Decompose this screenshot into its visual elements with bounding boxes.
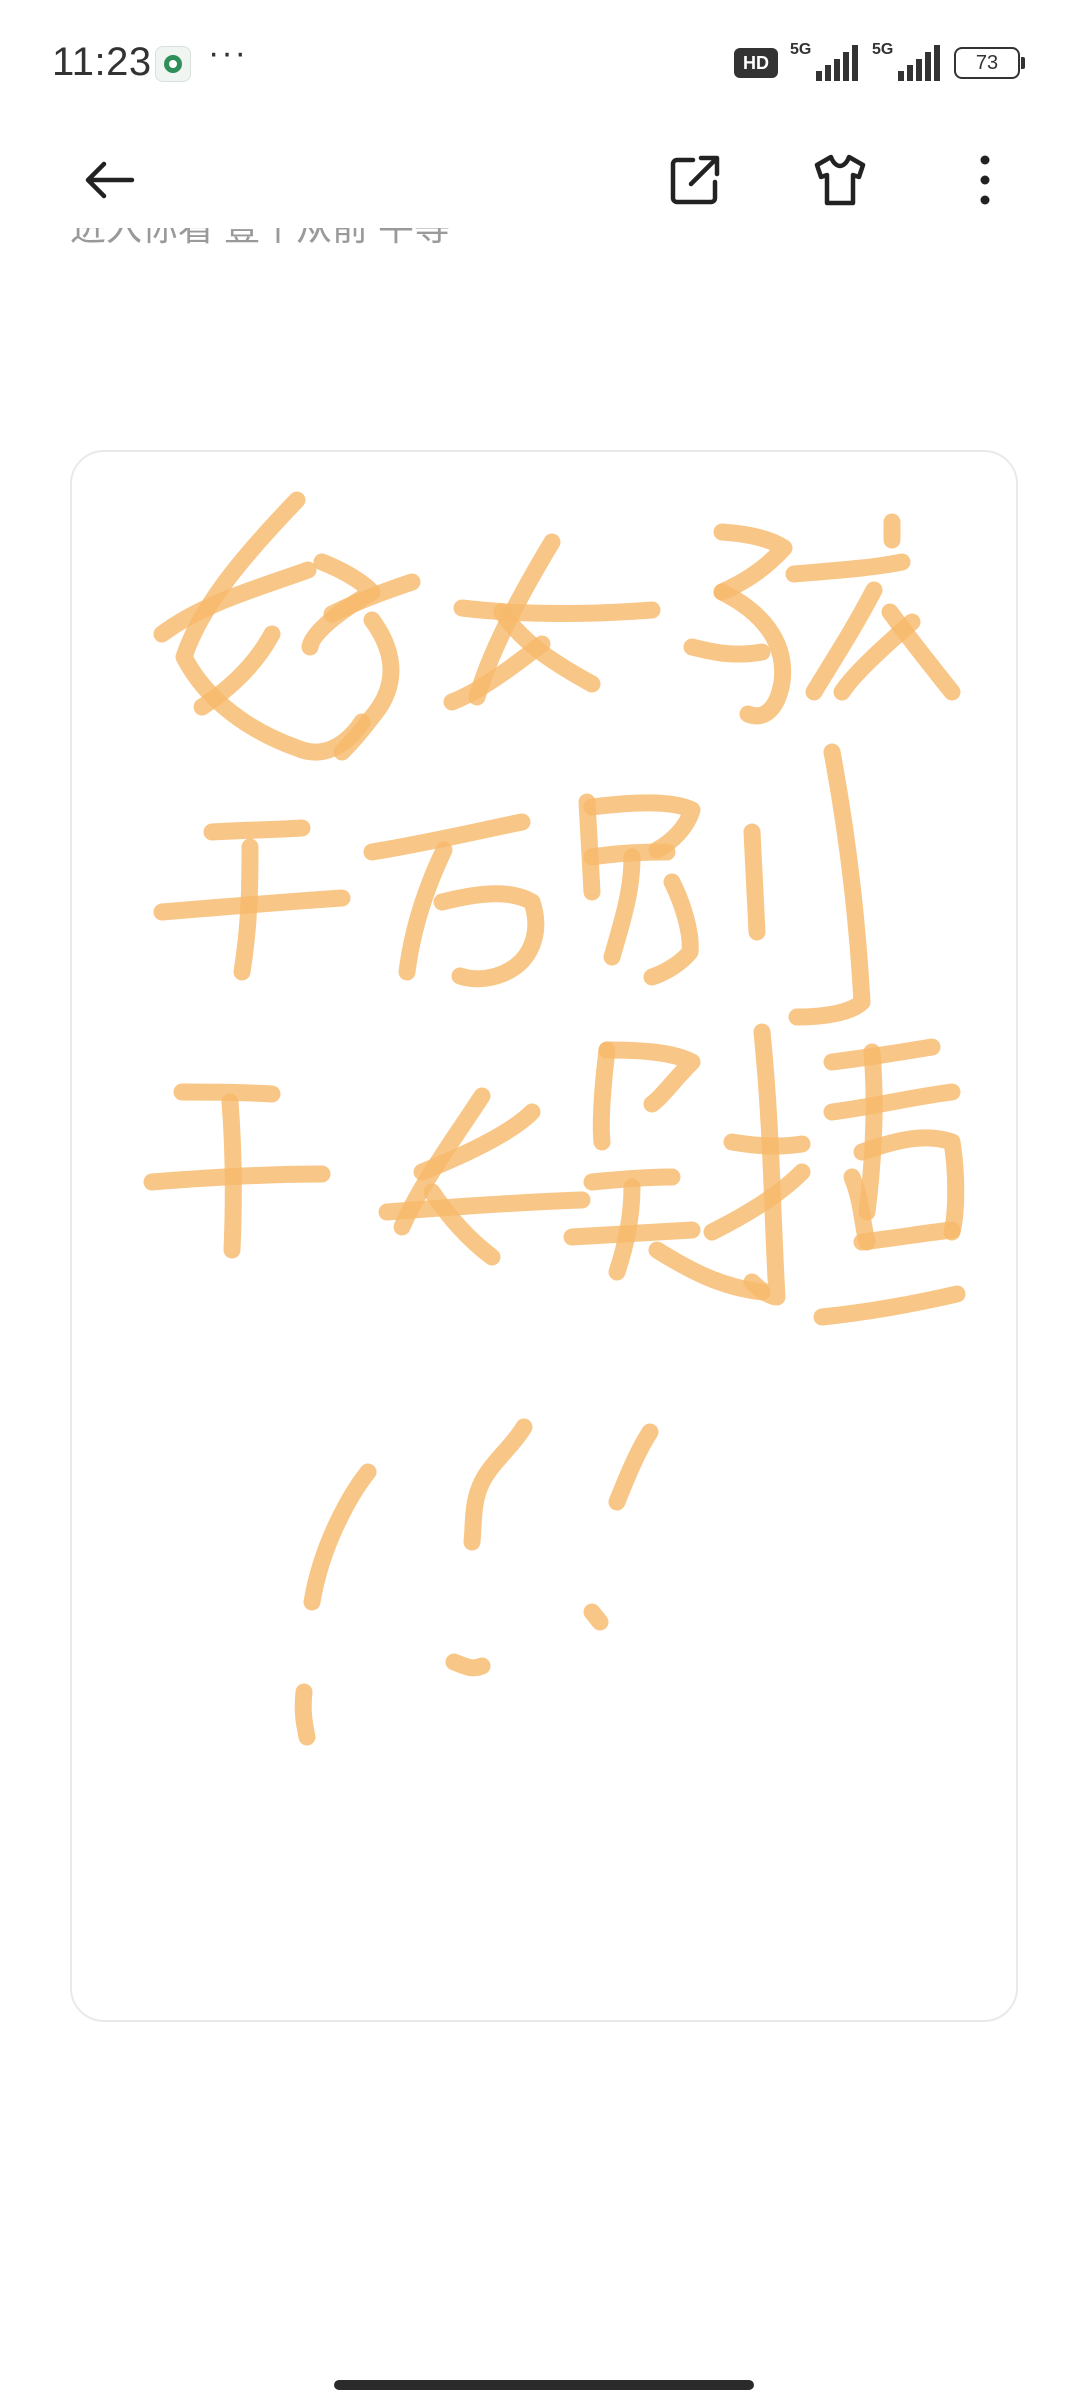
status-indicators: HD 5G 5G 73 [734, 38, 1025, 88]
network-type-label: 5G [790, 41, 812, 58]
hd-voice-badge: HD [734, 48, 778, 78]
share-button[interactable] [655, 140, 735, 220]
more-vertical-icon [980, 155, 990, 205]
signal-icon-sim1: 5G [790, 41, 860, 83]
battery-level: 73 [975, 51, 999, 74]
post-caption-text: 进入你看 壹个从前 平等 [70, 228, 450, 246]
post-image-card[interactable] [70, 450, 1018, 2022]
theme-button[interactable] [800, 140, 880, 220]
network-type-label: 5G [872, 41, 894, 58]
battery-icon: 73 [954, 47, 1025, 79]
status-bar: 11:23 ··· HD 5G 5G 73 [0, 0, 1080, 128]
post-caption-cutoff: 进入你看 壹个从前 平等 [70, 228, 450, 264]
signal-icon-sim2: 5G [872, 41, 942, 83]
more-notifications-indicator: ··· [208, 34, 248, 72]
home-indicator[interactable] [334, 2380, 754, 2390]
more-options-button[interactable] [945, 140, 1025, 220]
external-share-icon [670, 155, 720, 205]
back-button[interactable] [70, 140, 150, 220]
t-shirt-icon [814, 154, 866, 206]
status-time: 11:23 [52, 40, 152, 84]
handwriting-image [143, 491, 966, 1746]
app-notification-icon [155, 46, 191, 82]
arrow-left-icon [85, 161, 135, 199]
